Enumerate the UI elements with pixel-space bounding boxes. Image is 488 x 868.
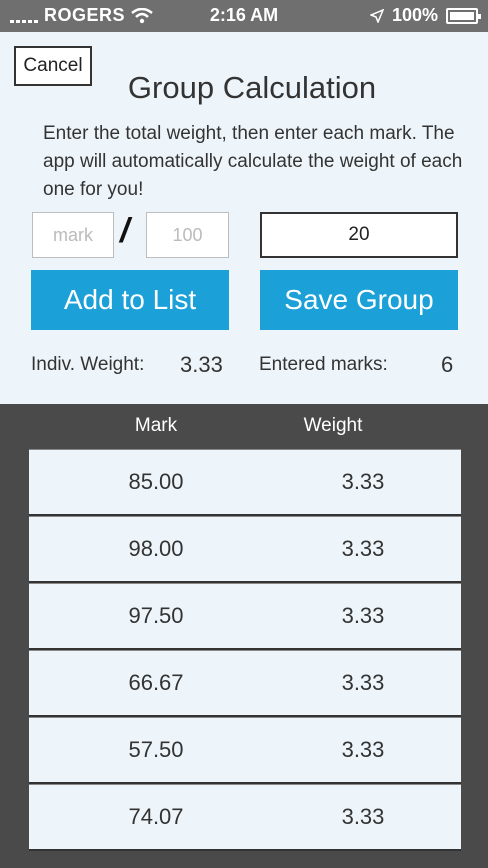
table-row[interactable]: 74.07 3.33 <box>29 784 461 851</box>
indiv-weight-label: Indiv. Weight: <box>31 354 145 375</box>
out-of-input[interactable]: 100 <box>146 212 229 258</box>
wifi-icon <box>131 7 153 23</box>
table-row[interactable]: 97.50 3.33 <box>29 583 461 650</box>
status-right: 100% <box>369 5 481 26</box>
mark-cell: 57.50 <box>128 737 184 762</box>
save-group-button[interactable]: Save Group <box>260 270 458 330</box>
weight-cell: 3.33 <box>341 469 385 494</box>
location-arrow-icon <box>369 8 384 23</box>
column-header-weight: Weight <box>303 415 363 436</box>
weight-cell: 3.33 <box>341 603 385 628</box>
page-title: Group Calculation <box>127 70 377 105</box>
mark-cell: 98.00 <box>128 536 184 561</box>
table-row[interactable]: 85.00 3.33 <box>29 449 461 516</box>
indiv-weight-value: 3.33 <box>180 352 223 377</box>
mark-cell: 85.00 <box>128 469 184 494</box>
total-weight-input[interactable]: 20 <box>260 212 458 258</box>
entered-marks-label: Entered marks: <box>259 354 388 375</box>
battery-percent: 100% <box>391 5 438 25</box>
calculation-panel: Cancel Group Calculation Enter the total… <box>0 32 488 404</box>
marks-list: 85.00 3.33 98.00 3.33 97.50 3.33 66.67 3.33 57.5… <box>29 449 461 851</box>
instructions-text: Enter the total weight, then enter each … <box>43 123 463 200</box>
weight-cell: 3.33 <box>341 670 385 695</box>
status-bar: ROGERS 2:16 AM 100% <box>0 0 488 32</box>
mark-cell: 74.07 <box>128 804 184 829</box>
carrier-name: ROGERS <box>44 5 126 25</box>
weight-cell: 3.33 <box>341 536 385 561</box>
mark-cell: 97.50 <box>128 603 184 628</box>
column-header-mark: Mark <box>134 415 178 436</box>
mark-cell: 66.67 <box>128 670 184 695</box>
weight-cell: 3.33 <box>341 737 385 762</box>
table-row[interactable]: 98.00 3.33 <box>29 516 461 583</box>
battery-icon <box>446 7 481 24</box>
fraction-slash: / <box>120 212 130 250</box>
signal-icon <box>10 9 38 23</box>
entered-marks-value: 6 <box>441 352 454 377</box>
table-row[interactable]: 57.50 3.33 <box>29 717 461 784</box>
table-row[interactable]: 66.67 3.33 <box>29 650 461 717</box>
carrier-group: ROGERS <box>10 5 153 26</box>
weight-cell: 3.33 <box>341 804 385 829</box>
mark-input[interactable]: mark <box>32 212 114 258</box>
add-to-list-button[interactable]: Add to List <box>31 270 229 330</box>
